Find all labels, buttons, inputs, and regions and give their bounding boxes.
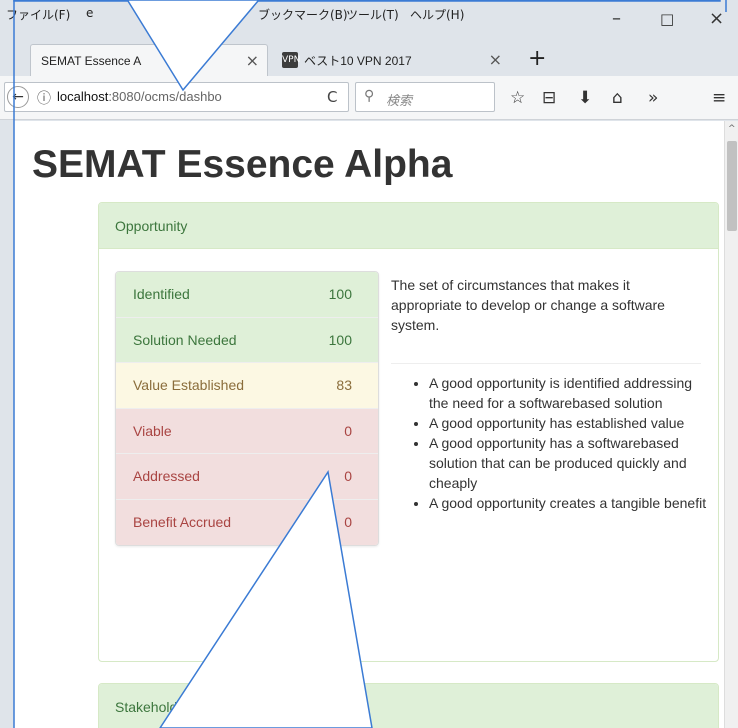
state-value: 100 [328,286,352,303]
menu-help[interactable]: ヘルプ(H) [410,6,464,23]
scroll-up-arrow-icon[interactable]: ^ [728,124,736,134]
reload-icon[interactable]: C [327,88,337,106]
opportunity-panel: Opportunity Identified 100 Solution Need… [98,202,719,662]
state-value: 0 [344,422,352,439]
checklist-item: A good opportunity has a softwarebased s… [429,433,714,493]
close-tab-icon[interactable]: × [246,51,259,70]
state-row[interactable]: Addressed 0 [116,454,378,500]
tab-bar: SEMAT Essence A × VPN ベスト10 VPN 2017 × + [0,36,738,76]
overflow-chevron-icon[interactable]: » [648,88,658,108]
stakeholders-panel: Stakehold [98,683,719,728]
search-input[interactable]: ⚲ 検索 [355,82,495,112]
browser-window: ファイル(F) e ブックマーク(B) ツール(T) ヘルプ(H) – □ × … [0,0,738,728]
state-value: 83 [336,377,352,394]
menu-bookmarks[interactable]: ブックマーク(B) [258,6,348,23]
state-value: 100 [328,331,352,348]
state-name: Benefit Accrued [133,514,232,531]
state-name: Viable [133,422,172,439]
url-text[interactable]: localhost:8080/ocms/dashbo [57,89,307,104]
back-arrow-icon[interactable]: ← [7,86,29,108]
search-icon: ⚲ [364,88,375,104]
tab-semat[interactable]: SEMAT Essence A × [30,44,268,76]
state-name: Addressed [133,468,200,485]
menu-partial[interactable]: e [86,6,93,20]
home-icon[interactable]: ⌂ [612,88,623,108]
scroll-thumb[interactable] [727,141,737,231]
url-path: :8080/ocms/dashbo [108,89,222,104]
url-bar[interactable]: ← ⓘ localhost:8080/ocms/dashbo C [4,82,349,112]
state-value: 0 [344,514,352,531]
state-name: Solution Needed [133,331,237,348]
page-title: SEMAT Essence Alpha [32,143,453,186]
search-placeholder: 検索 [386,93,413,108]
menu-bar: ファイル(F) e ブックマーク(B) ツール(T) ヘルプ(H) – □ × [0,0,738,36]
menu-tools[interactable]: ツール(T) [346,6,399,23]
tab-label: ベスト10 VPN 2017 [304,53,412,68]
download-icon[interactable]: ⬇ [578,88,592,108]
tab-vpn[interactable]: VPN ベスト10 VPN 2017 × [278,44,512,76]
tab-label: SEMAT Essence A [41,53,142,68]
checklist-item: A good opportunity creates a tangible be… [429,493,714,513]
state-row[interactable]: Benefit Accrued 0 [116,499,378,545]
panel-heading: Opportunity [99,203,718,249]
checklist-item: A good opportunity is identified address… [429,373,714,413]
state-row[interactable]: Viable 0 [116,408,378,454]
hamburger-menu-icon[interactable]: ≡ [712,88,726,108]
state-row[interactable]: Solution Needed 100 [116,317,378,363]
menu-file[interactable]: ファイル(F) [6,6,70,23]
state-row[interactable]: Identified 100 [116,272,378,318]
bookmark-star-icon[interactable]: ☆ [510,88,525,108]
url-host: localhost [57,89,109,104]
panel-heading: Stakehold [99,684,718,728]
state-name: Identified [133,286,190,303]
page-content: SEMAT Essence Alpha Opportunity Identifi… [14,121,724,728]
vertical-scrollbar[interactable]: ^ [724,121,738,728]
minimize-button[interactable]: – [612,8,621,29]
state-value: 0 [344,468,352,485]
navigation-bar: ← ⓘ localhost:8080/ocms/dashbo C ⚲ 検索 ☆ … [0,76,738,120]
info-icon[interactable]: ⓘ [37,88,51,108]
reader-list-icon[interactable]: ⊟ [542,88,556,108]
close-tab-icon[interactable]: × [489,50,502,69]
state-name: Value Established [133,377,245,394]
divider [391,363,701,364]
checklist: A good opportunity is identified address… [429,373,714,513]
vpn-favicon-icon: VPN [282,52,300,68]
alpha-states-list: Identified 100 Solution Needed 100 Value… [115,271,379,546]
checklist-item: A good opportunity has established value [429,413,714,433]
maximize-button[interactable]: □ [660,10,674,28]
new-tab-button[interactable]: + [528,46,546,71]
state-row[interactable]: Value Established 83 [116,363,378,409]
alpha-description: The set of circumstances that makes it a… [391,277,665,333]
close-window-button[interactable]: × [709,8,724,29]
